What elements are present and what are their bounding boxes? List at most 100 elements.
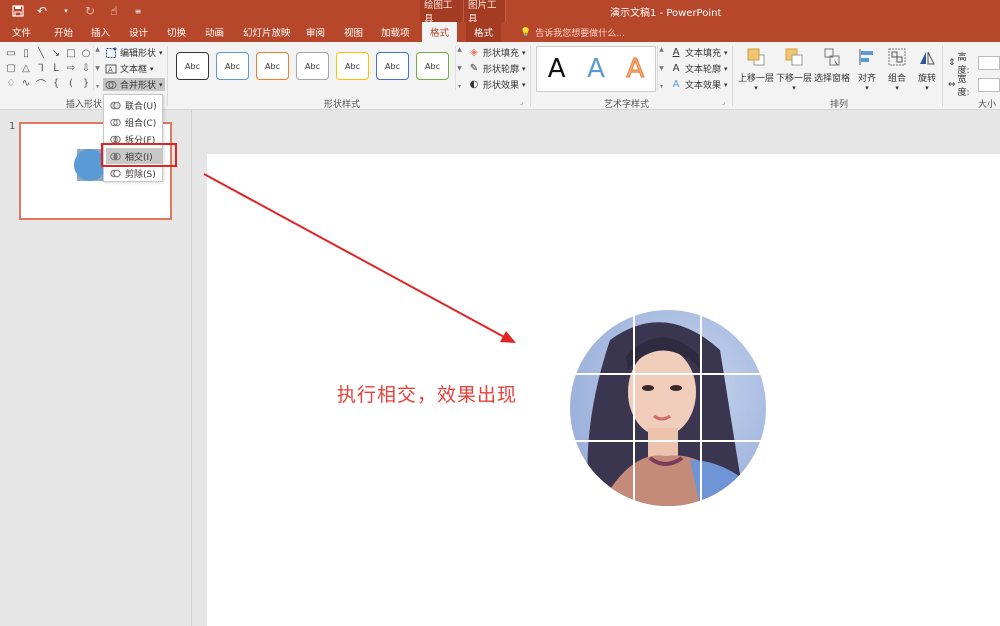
shape-width-field[interactable]: ⇔ 宽度: — [948, 72, 1000, 98]
wordart-scroll[interactable]: ▲ ▼ ▾ — [657, 46, 665, 90]
slide-thumbnail-pane: 1 — [0, 110, 192, 626]
tab-format-picture[interactable]: 格式 — [466, 22, 502, 42]
shape-style-preset[interactable]: Abc — [376, 52, 409, 80]
shape-outline-label: 形状轮廓 — [483, 65, 520, 75]
tab-insert[interactable]: 插入 — [91, 25, 110, 39]
edit-shape-button[interactable]: 编辑形状 ▾ — [105, 46, 163, 59]
tab-format-drawing[interactable]: 格式 — [422, 22, 458, 42]
align-button[interactable]: 对齐 ▾ — [856, 46, 878, 92]
wordart-sample[interactable]: A — [587, 56, 605, 82]
tab-design[interactable]: 设计 — [129, 25, 148, 39]
dialog-launcher-icon[interactable]: ⌟ — [722, 98, 725, 106]
merge-shapes-button[interactable]: 合并形状 ▾ — [103, 78, 165, 91]
brace-right-icon[interactable]: } — [79, 76, 93, 90]
send-backward-button[interactable]: 下移一层 ▾ — [776, 46, 812, 92]
chevron-up-icon[interactable]: ▲ — [457, 46, 462, 53]
slide-number: 1 — [9, 121, 16, 132]
paint-bucket-icon: ◈ — [470, 47, 478, 58]
tab-addins[interactable]: 加载项 — [381, 25, 410, 39]
chevron-down-icon: ▾ — [925, 84, 929, 92]
undo-icon[interactable]: ↶ — [32, 3, 52, 19]
tell-me-box[interactable]: 💡 告诉我您想要做什么... — [520, 26, 625, 40]
slide-caption[interactable]: 执行相交，效果出现 — [337, 380, 517, 407]
vertical-textbox-shape-icon[interactable]: ▯ — [19, 46, 33, 60]
triangle-shape-icon[interactable]: △ — [19, 61, 33, 75]
text-fill-icon: A — [672, 47, 680, 58]
subtract-icon — [110, 169, 121, 177]
elbow-connector-icon[interactable]: ⅂ — [34, 61, 48, 75]
text-effects-button[interactable]: A 文本效果 ▾ — [670, 78, 728, 91]
bring-forward-button[interactable]: 上移一层 ▾ — [738, 46, 774, 92]
lightbulb-icon: 💡 — [520, 27, 532, 38]
freeform-shape-icon[interactable]: ♢ — [4, 76, 18, 90]
tab-animations[interactable]: 动画 — [205, 25, 224, 39]
chevron-down-icon[interactable]: ▼ — [659, 65, 664, 72]
shape-style-gallery[interactable]: Abc Abc Abc Abc Abc Abc Abc — [176, 52, 449, 80]
touch-mode-icon[interactable]: ☝ — [104, 3, 124, 19]
merge-combine-item[interactable]: 组合(C) — [106, 114, 162, 130]
merge-subtract-item[interactable]: 剪除(S) — [106, 165, 162, 181]
down-arrow-shape-icon[interactable]: ⇩ — [79, 61, 93, 75]
elbow-arrow-icon[interactable]: ᒪ — [49, 61, 63, 75]
tab-home[interactable]: 开始 — [54, 25, 73, 39]
more-icon[interactable]: ▾ — [458, 83, 461, 90]
paren-left-icon[interactable]: ( — [64, 76, 78, 90]
rounded-rect-shape-icon[interactable]: ▢ — [4, 61, 18, 75]
chevron-down-icon[interactable]: ▾ — [56, 3, 76, 19]
tell-me-text: 告诉我您想要做什么... — [535, 29, 625, 39]
redo-icon[interactable]: ↻ — [80, 3, 100, 19]
textbox-shape-icon[interactable]: ▭ — [4, 46, 18, 60]
shape-effects-button[interactable]: ◐ 形状效果 ▾ — [468, 78, 526, 91]
text-box-button[interactable]: A 文本框 ▾ — [105, 62, 154, 75]
more-icon[interactable]: ▾ — [96, 83, 99, 90]
shape-style-preset[interactable]: Abc — [296, 52, 329, 80]
width-input[interactable] — [978, 78, 1000, 92]
height-input[interactable] — [978, 56, 1000, 70]
line-shape-icon[interactable]: ╲ — [34, 46, 48, 60]
shape-style-scroll[interactable]: ▲ ▼ ▾ — [455, 46, 463, 90]
window-title: 演示文稿1 - PowerPoint — [610, 8, 722, 19]
more-icon[interactable]: ▾ — [660, 83, 663, 90]
chevron-down-icon[interactable]: ▼ — [457, 65, 462, 72]
merge-union-item[interactable]: 联合(U) — [106, 97, 162, 113]
shape-outline-button[interactable]: ✎ 形状轮廓 ▾ — [468, 62, 526, 75]
slide-canvas[interactable]: 执行相交，效果出现 — [207, 154, 1000, 626]
selection-pane-button[interactable]: 选择窗格 — [814, 46, 850, 84]
shape-style-preset[interactable]: Abc — [216, 52, 249, 80]
chevron-up-icon[interactable]: ▲ — [95, 46, 100, 53]
tab-view[interactable]: 视图 — [344, 25, 363, 39]
text-fill-button[interactable]: A 文本填充 ▾ — [670, 46, 728, 59]
arrow-line-shape-icon[interactable]: ↘ — [49, 46, 63, 60]
chevron-up-icon[interactable]: ▲ — [659, 46, 664, 53]
dialog-launcher-icon[interactable]: ⌟ — [520, 98, 523, 106]
wordart-sample[interactable]: A — [548, 56, 566, 82]
arc-shape-icon[interactable]: ⌒ — [34, 76, 48, 91]
rectangle-shape-icon[interactable]: □ — [64, 46, 78, 60]
brace-left-icon[interactable]: { — [49, 76, 63, 90]
chevron-down-icon[interactable]: ▼ — [95, 65, 100, 72]
shape-style-preset[interactable]: Abc — [176, 52, 209, 80]
shape-styles-group-label: 形状样式 — [324, 100, 361, 110]
group-button[interactable]: 组合 ▾ — [886, 46, 908, 92]
oval-shape-icon[interactable]: ○ — [79, 46, 93, 60]
curve-shape-icon[interactable]: ∿ — [19, 76, 33, 90]
tab-file[interactable]: 文件 — [12, 25, 31, 39]
tab-review[interactable]: 审阅 — [306, 25, 325, 39]
shape-style-preset[interactable]: Abc — [256, 52, 289, 80]
text-outline-button[interactable]: A 文本轮廓 ▾ — [670, 62, 728, 75]
tab-transitions[interactable]: 切换 — [167, 25, 186, 39]
customize-qat-icon[interactable]: ≡ — [128, 3, 148, 19]
shapes-gallery-scroll[interactable]: ▲ ▼ ▾ — [93, 46, 101, 90]
shape-fill-button[interactable]: ◈ 形状填充 ▾ — [468, 46, 525, 59]
save-icon[interactable] — [8, 3, 28, 19]
intersected-photo-shape[interactable] — [570, 310, 766, 506]
shapes-gallery[interactable]: ▭ ▯ ╲ ↘ □ ○ ▢ △ ⅂ ᒪ ⇨ ⇩ ♢ ∿ ⌒ { ( } — [4, 46, 93, 91]
send-backward-label: 下移一层 — [776, 74, 813, 84]
rotate-button[interactable]: 旋转 ▾ — [916, 46, 938, 92]
block-arrow-icon[interactable]: ⇨ — [64, 61, 78, 75]
tab-slideshow[interactable]: 幻灯片放映 — [243, 25, 291, 39]
wordart-gallery[interactable]: A A A — [536, 46, 656, 92]
wordart-sample[interactable]: A — [626, 56, 645, 83]
shape-style-preset[interactable]: Abc — [336, 52, 369, 80]
shape-style-preset[interactable]: Abc — [416, 52, 449, 80]
